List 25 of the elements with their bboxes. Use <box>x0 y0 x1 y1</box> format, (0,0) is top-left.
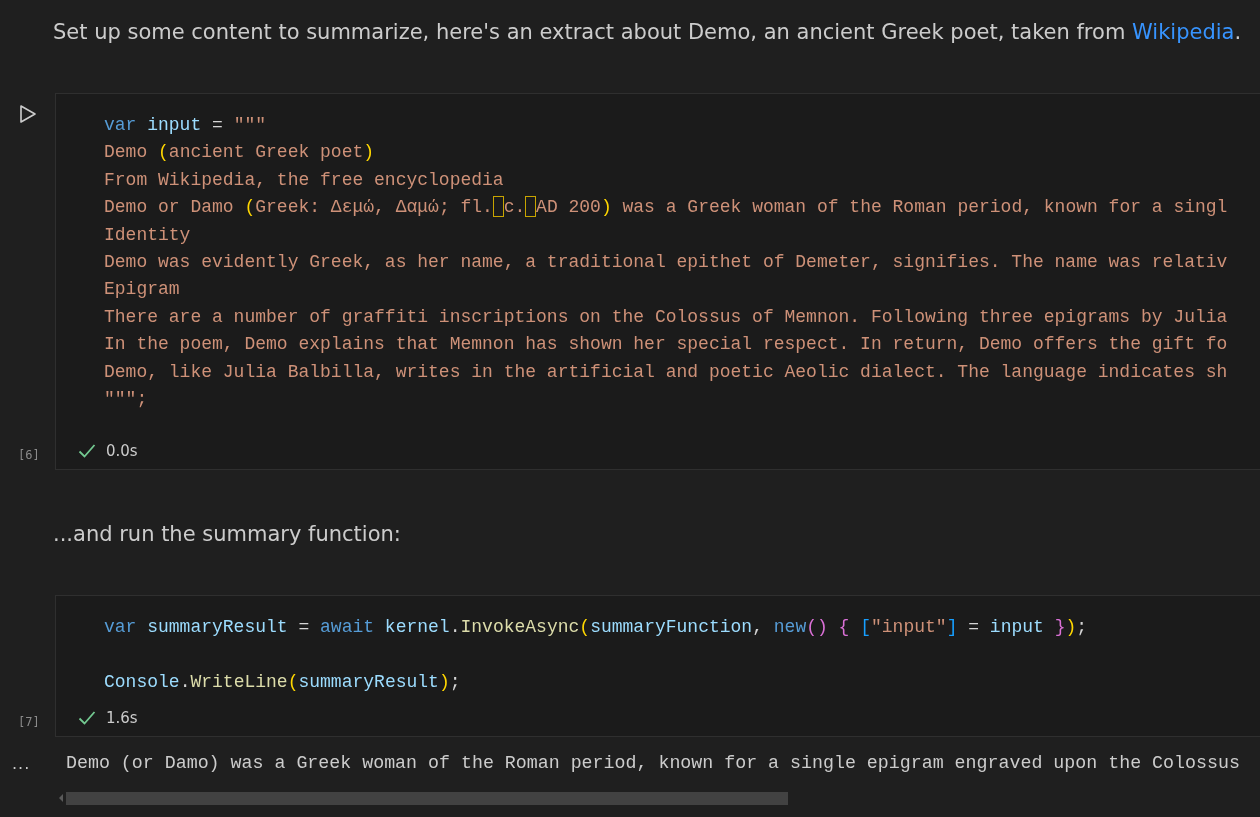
code-line: Demo (ancient Greek poet) <box>104 141 375 165</box>
code-line: Epigram <box>104 278 180 302</box>
horizontal-scrollbar-thumb[interactable] <box>66 791 788 805</box>
code-line: Console.WriteLine(summaryResult); <box>104 671 461 695</box>
code-line: Demo or Damo (Greek: Δεμώ, Δαμώ; fl. c. AD 200) was a Greek woman of the Roman period, known for a singl <box>104 195 1228 220</box>
execution-count: [7] <box>18 715 40 730</box>
code-line: Identity <box>104 223 191 247</box>
markdown-text: ...and run the summary function: <box>53 522 401 547</box>
execution-time: 0.0s <box>106 442 138 461</box>
execution-time: 1.6s <box>106 709 138 728</box>
output-text: Demo (or Damo) was a Greek woman of the Roman period, known for a single epigram engraved upon the Colossus <box>66 753 1240 774</box>
code-line: var input = """ <box>104 114 267 137</box>
code-line: var summaryResult = await kernel.InvokeAsync(summaryFunction, new() { ["input"] = input }); <box>104 616 1088 640</box>
run-icon[interactable] <box>19 104 37 124</box>
code-line: In the poem, Demo explains that Memnon has shown her special respect. In return, Demo offers the gift fo <box>104 333 1228 357</box>
markdown-text: Set up some content to summarize, here's an extract about Demo, an ancient Greek poet, taken from Wikipedia. <box>53 20 1242 44</box>
wikipedia-link[interactable]: Wikipedia <box>1132 20 1235 44</box>
code-line: Demo, like Julia Balbilla, writes in the artificial and poetic Aeolic dialect. The language indicates sh <box>104 360 1228 384</box>
code-line: """; <box>104 387 148 411</box>
code-line: Demo was evidently Greek, as her name, a traditional epithet of Demeter, signifies. The name was relativ <box>104 250 1228 274</box>
execution-count: [6] <box>18 448 40 463</box>
scroll-left-icon[interactable] <box>58 794 64 803</box>
code-line: There are a number of graffiti inscriptions on the Colossus of Memnon. Following three epigrams by Julia <box>104 305 1228 329</box>
code-line: From Wikipedia, the free encyclopedia <box>104 168 504 192</box>
output-menu-button[interactable]: ... <box>0 753 44 773</box>
